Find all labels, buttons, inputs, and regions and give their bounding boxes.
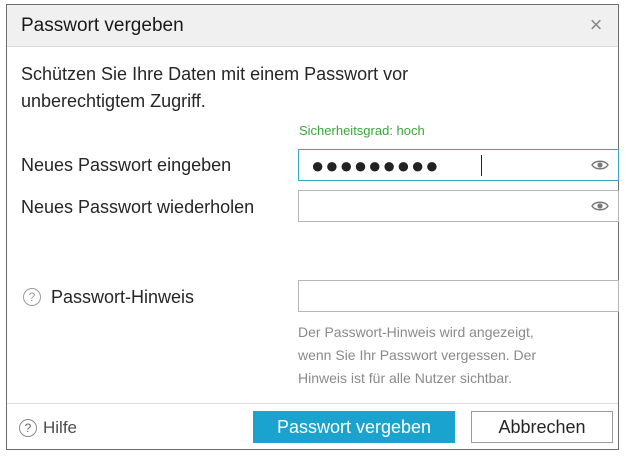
- eye-icon[interactable]: [591, 158, 609, 172]
- set-password-button[interactable]: Passwort vergeben: [253, 411, 455, 443]
- new-password-value: ●●●●●●●●●: [311, 153, 440, 178]
- question-icon[interactable]: ?: [23, 288, 41, 306]
- text-caret: [481, 155, 482, 176]
- dialog-title: Passwort vergeben: [21, 15, 184, 36]
- question-icon: ?: [19, 419, 37, 437]
- help-label: Hilfe: [43, 418, 78, 437]
- eye-icon[interactable]: [591, 199, 609, 213]
- repeat-password-label: Neues Passwort wiederholen: [21, 197, 255, 217]
- footer-divider: [7, 403, 618, 404]
- close-icon[interactable]: ×: [582, 11, 610, 39]
- repeat-password-field[interactable]: [298, 190, 619, 222]
- intro-line-1: Schützen Sie Ihre Daten mit einem Passwo…: [21, 64, 409, 84]
- hint-field[interactable]: [298, 280, 619, 312]
- help-link[interactable]: ? Hilfe: [19, 416, 77, 440]
- dialog-titlebar: Passwort vergeben ×: [7, 5, 618, 47]
- hint-help-line-3: Hinweis ist für alle Nutzer sichtbar.: [298, 370, 512, 386]
- new-password-field[interactable]: ●●●●●●●●●: [298, 149, 619, 181]
- new-password-label: Neues Passwort eingeben: [21, 155, 232, 175]
- hint-help-line-1: Der Passwort-Hinweis wird angezeigt,: [298, 324, 534, 340]
- hint-label: Passwort-Hinweis: [51, 287, 195, 307]
- hint-help-text: Der Passwort-Hinweis wird angezeigt, wen…: [298, 321, 608, 390]
- cancel-button[interactable]: Abbrechen: [471, 411, 613, 443]
- strength-indicator: Sicherheitsgrad: hoch: [299, 123, 425, 138]
- intro-text: Schützen Sie Ihre Daten mit einem Passwo…: [21, 61, 541, 115]
- intro-line-2: unberechtigtem Zugriff.: [21, 91, 206, 111]
- hint-help-line-2: wenn Sie Ihr Passwort vergessen. Der: [298, 347, 537, 363]
- password-dialog: Passwort vergeben × Schützen Sie Ihre Da…: [6, 4, 619, 450]
